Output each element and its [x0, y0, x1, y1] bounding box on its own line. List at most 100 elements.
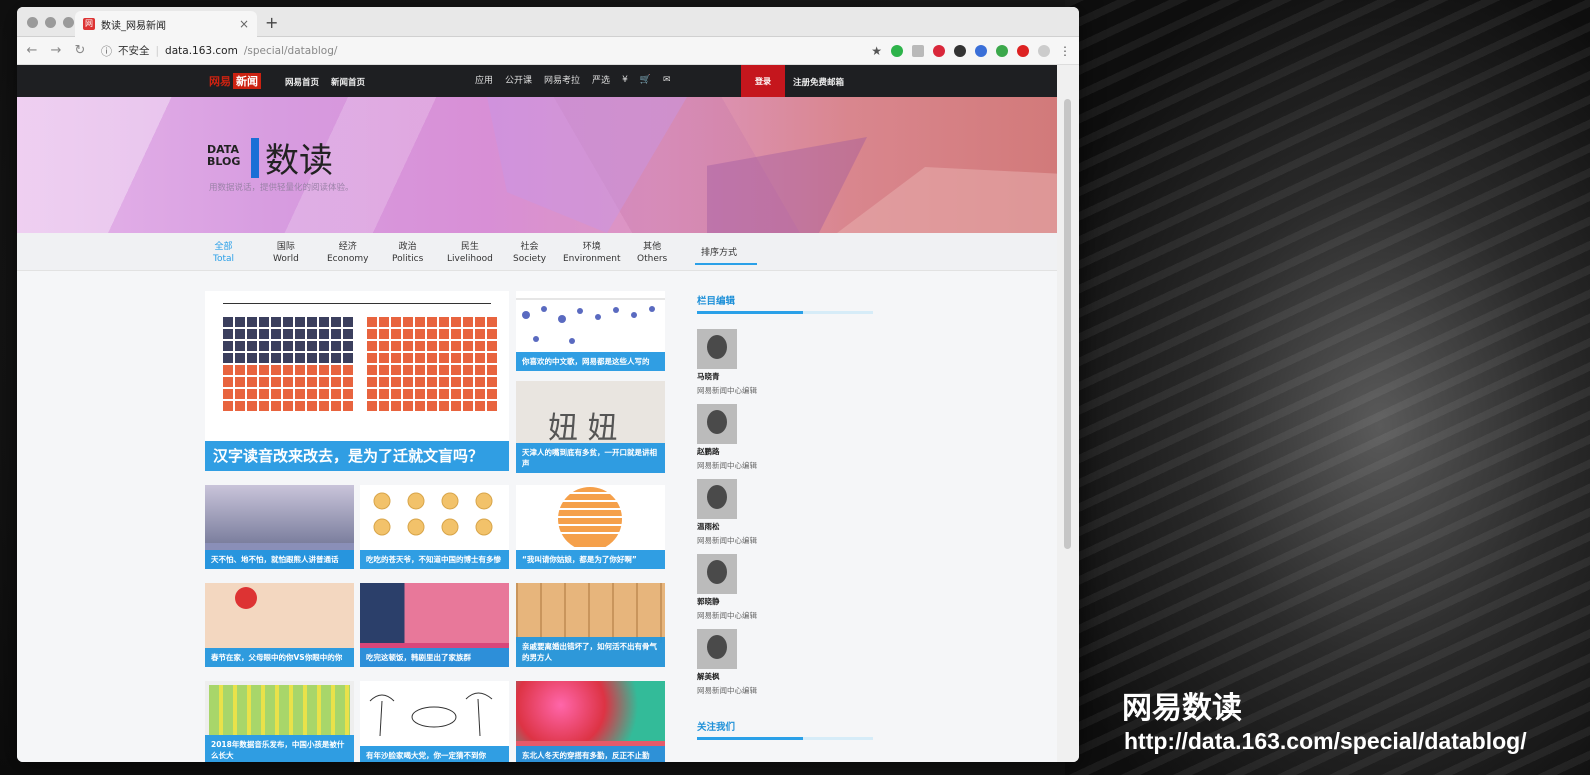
grid-cell [271, 365, 281, 375]
editor-card[interactable]: 马晓青 网易新闻中心编辑 [697, 329, 757, 396]
extension-red-icon[interactable] [1017, 44, 1029, 57]
tab-society[interactable]: 社会 Society [513, 241, 546, 265]
favicon-icon: 网 [83, 18, 95, 30]
scrollbar-thumb[interactable] [1064, 99, 1071, 549]
article-card[interactable]: 你喜欢的中文歌，网易都是这些人写的 [516, 291, 665, 371]
avatar [697, 329, 737, 369]
grid-cell [343, 317, 353, 327]
profile-avatar-icon[interactable] [1038, 44, 1050, 57]
mail-icon[interactable]: ✉ [663, 75, 671, 85]
grid-cell [427, 341, 437, 351]
grid-cell [235, 341, 245, 351]
grid-cell [343, 365, 353, 375]
extension-blue-icon[interactable] [975, 44, 987, 57]
editor-card[interactable]: 解美枫 网易新闻中心编辑 [697, 629, 757, 696]
grid-cell [295, 329, 305, 339]
login-button[interactable]: 登录 [741, 65, 785, 97]
tab-others[interactable]: 其他 Others [637, 241, 667, 265]
grid-cell [463, 317, 473, 327]
grid-cell [391, 341, 401, 351]
datablog-logo[interactable]: DATA BLOG 数读 [207, 133, 333, 182]
grid-cell [487, 317, 497, 327]
grid-cell [475, 317, 485, 327]
menu-kebab-icon[interactable]: ⋮ [1059, 44, 1071, 58]
article-card[interactable]: 春节在家，父母眼中的你VS你眼中的你 [205, 583, 354, 667]
editor-card[interactable]: 赵鹏路 网易新闻中心编辑 [697, 404, 757, 471]
grid-cell [319, 317, 329, 327]
article-card[interactable]: 东北人冬天的穿搭有多勤，反正不止勤 [516, 681, 665, 762]
article-title: 2018年数据音乐发布，中国小孩是被什么长大 [205, 735, 354, 762]
article-card[interactable]: 天不怕、地不怕，就怕跟熊人讲普通话 [205, 485, 354, 569]
article-card[interactable]: 吃完这顿饭，韩剧里出了家族群 [360, 583, 509, 667]
bookmark-star-icon[interactable]: ★ [871, 44, 882, 58]
tab-title: 数读_网易新闻 [101, 20, 166, 32]
grid-cell [367, 341, 377, 351]
grid-cell [427, 353, 437, 363]
register-mail-link[interactable]: 注册免费邮箱 [793, 76, 844, 88]
browser-tab[interactable]: 网 数读_网易新闻 × [75, 11, 257, 37]
scrollbar[interactable] [1057, 65, 1079, 762]
tab-politics[interactable]: 政治 Politics [392, 241, 423, 265]
editor-card[interactable]: 郭晓静 网易新闻中心编辑 [697, 554, 757, 621]
back-icon[interactable]: ← [25, 43, 39, 58]
article-card-featured[interactable]: 汉字读音改来改去，是为了迁就文盲吗？ [205, 291, 509, 471]
grid-cell [343, 353, 353, 363]
tab-environment[interactable]: 环境 Environment [563, 241, 620, 265]
tab-livelihood[interactable]: 民生 Livelihood [447, 241, 493, 265]
minimize-window-button[interactable] [45, 17, 56, 28]
grid-cell [247, 389, 257, 399]
grid-cell [415, 401, 425, 411]
grid-cell [307, 317, 317, 327]
grid-cell [439, 365, 449, 375]
nav-item-money[interactable]: ¥ [622, 75, 628, 85]
grid-cell [271, 341, 281, 351]
reload-icon[interactable]: ↻ [73, 43, 87, 58]
article-card[interactable]: “我叫请你姑娘，都是为了你好啊” [516, 485, 665, 569]
article-title: 你喜欢的中文歌，网易都是这些人写的 [516, 352, 665, 371]
sun-illustration [516, 487, 665, 547]
grid-cell [379, 317, 389, 327]
grid-cell [331, 329, 341, 339]
tab-total[interactable]: 全部 Total [213, 241, 234, 265]
extension-grey-icon[interactable] [912, 44, 924, 57]
grid-cell [343, 377, 353, 387]
grid-cell [379, 389, 389, 399]
nav-item-opencourse[interactable]: 公开课 [505, 73, 532, 86]
pinterest-icon[interactable] [933, 44, 945, 57]
tab-close-icon[interactable]: × [239, 17, 249, 31]
url-field[interactable]: ⓘ 不安全 | data.163.com/special/datablog/ [101, 43, 337, 59]
nav-item-app[interactable]: 应用 [475, 73, 493, 86]
cart-icon[interactable]: 🛒 [640, 75, 651, 85]
nav-item-kaola[interactable]: 网易考拉 [544, 73, 580, 86]
extension-dark-icon[interactable] [954, 44, 966, 57]
maximize-window-button[interactable] [63, 17, 74, 28]
nav-item-yanxuan[interactable]: 严选 [592, 73, 610, 86]
grid-cell [283, 377, 293, 387]
new-tab-button[interactable]: + [265, 13, 278, 32]
grid-cell [259, 317, 269, 327]
grid-cell [271, 389, 281, 399]
netease-news-logo[interactable]: 网易 新闻 [209, 73, 261, 89]
extension-green-icon[interactable] [891, 44, 903, 57]
close-window-button[interactable] [27, 17, 38, 28]
nav-link-netease-home[interactable]: 网易首页 [285, 76, 319, 88]
grid-cell [451, 317, 461, 327]
article-card[interactable]: 亲戚要离婚出错坏了，如何活不出有骨气的男方人 [516, 583, 665, 667]
article-card[interactable]: 2018年数据音乐发布，中国小孩是被什么长大 [205, 681, 354, 762]
article-card[interactable]: 有年沙脸家喝大党，你一定猜不到你 [360, 681, 509, 762]
tab-world[interactable]: 国际 World [273, 241, 299, 265]
tab-economy[interactable]: 经济 Economy [327, 241, 368, 265]
grid-cell [415, 377, 425, 387]
grid-cell [223, 353, 233, 363]
article-card[interactable]: 妞 妞 天津人的嘴到底有多贫，一开口就是讲相声 [516, 381, 665, 473]
extension-icons: ★ ⋮ [871, 44, 1071, 58]
editor-card[interactable]: 温雨松 网易新闻中心编辑 [697, 479, 757, 546]
article-card[interactable]: 吃吃的苍天爷，不知道中国的博士有多惨 [360, 485, 509, 569]
sort-dropdown[interactable]: 排序方式 [701, 245, 737, 258]
extension-evernote-icon[interactable] [996, 44, 1008, 57]
nav-link-news-home[interactable]: 新闻首页 [331, 76, 365, 88]
grid-cell [223, 341, 233, 351]
forward-icon[interactable]: → [49, 43, 63, 58]
grid-cell [403, 329, 413, 339]
grid-cell [403, 389, 413, 399]
